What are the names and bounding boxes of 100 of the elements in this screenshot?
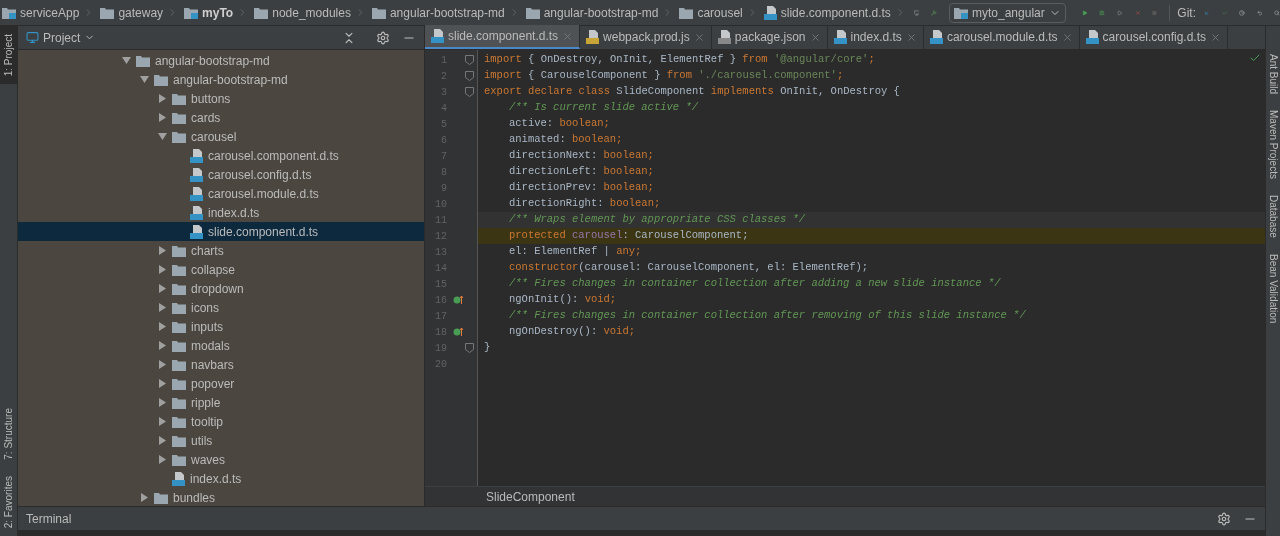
- terminal-title[interactable]: Terminal: [26, 509, 72, 528]
- close-icon[interactable]: [562, 30, 574, 42]
- expand-arrow-icon[interactable]: [158, 398, 167, 407]
- settings-icon[interactable]: [1217, 511, 1231, 526]
- breadcrumb-item[interactable]: carousel: [677, 3, 762, 22]
- folder-icon: [172, 111, 186, 124]
- code-breadcrumb[interactable]: SlideComponent: [486, 487, 575, 506]
- close-icon[interactable]: [905, 31, 917, 43]
- expand-arrow-icon[interactable]: [122, 56, 131, 65]
- tree-item-label: navbars: [191, 356, 234, 374]
- tool-window-button[interactable]: Ant Build: [1266, 46, 1280, 103]
- expand-arrow-icon[interactable]: [158, 360, 167, 369]
- tree-item[interactable]: cards: [18, 108, 424, 127]
- expand-arrow-icon[interactable]: [140, 75, 149, 84]
- ts-file-icon: [1085, 30, 1099, 44]
- fold-marker-icon[interactable]: [465, 87, 474, 97]
- editor-tab[interactable]: index.d.ts: [827, 25, 924, 49]
- tree-item[interactable]: collapse: [18, 260, 424, 279]
- expand-arrow-icon[interactable]: [158, 455, 167, 464]
- fold-marker-icon[interactable]: [465, 343, 474, 353]
- expand-arrow-icon[interactable]: [158, 132, 167, 141]
- expand-arrow-icon[interactable]: [158, 417, 167, 426]
- breadcrumb-item[interactable]: node_modules: [252, 3, 370, 22]
- tree-item[interactable]: angular-bootstrap-md: [18, 51, 424, 70]
- code-line: /** Is current slide active */: [509, 100, 699, 116]
- tree-item[interactable]: inputs: [18, 317, 424, 336]
- editor-tab[interactable]: carousel.module.d.ts: [923, 25, 1080, 49]
- tool-window-button[interactable]: Database: [1266, 186, 1280, 246]
- tree-item[interactable]: carousel: [18, 127, 424, 146]
- code-line: constructor(carousel: CarouselComponent, el: ElementRef);: [509, 260, 869, 276]
- tree-item[interactable]: carousel.component.d.ts: [18, 146, 424, 165]
- tree-item[interactable]: popover: [18, 374, 424, 393]
- tree-item[interactable]: index.d.ts: [18, 469, 424, 488]
- tree-item[interactable]: carousel.config.d.ts: [18, 165, 424, 184]
- breadcrumb-item[interactable]: serviceApp: [0, 3, 99, 22]
- tree-item[interactable]: carousel.module.d.ts: [18, 184, 424, 203]
- tool-window-button[interactable]: 7: Structure: [0, 400, 17, 468]
- breadcrumb-item[interactable]: slide.component.d.ts: [761, 3, 910, 22]
- expand-arrow-icon[interactable]: [158, 113, 167, 122]
- close-icon[interactable]: [693, 31, 705, 43]
- ts-file-icon: [190, 205, 203, 220]
- tree-item[interactable]: buttons: [18, 89, 424, 108]
- close-icon[interactable]: [809, 31, 821, 43]
- editor-tab[interactable]: slide.component.d.ts: [425, 25, 581, 49]
- tool-window-button[interactable]: 1: Project: [0, 26, 17, 85]
- editor-tab[interactable]: webpack.prod.js: [580, 25, 712, 49]
- breadcrumb-item[interactable]: gateway: [98, 3, 183, 22]
- fold-marker-icon[interactable]: [465, 55, 474, 65]
- expand-arrow-icon[interactable]: [158, 94, 167, 103]
- folder-icon: [172, 301, 186, 314]
- expand-arrow-icon[interactable]: [140, 493, 149, 502]
- implements-marker-icon[interactable]: [453, 295, 463, 305]
- tree-item[interactable]: index.d.ts: [18, 203, 424, 222]
- tool-window-button[interactable]: Maven Projects: [1266, 102, 1280, 187]
- tree-item[interactable]: angular-bootstrap-md: [18, 70, 424, 89]
- tree-item[interactable]: utils: [18, 431, 424, 450]
- tree-item[interactable]: slide.component.d.ts: [18, 222, 424, 241]
- expand-arrow-icon[interactable]: [158, 341, 167, 350]
- fold-marker-icon[interactable]: [465, 71, 474, 81]
- collapse-all-icon[interactable]: [342, 30, 356, 45]
- panel-title[interactable]: Project: [43, 28, 81, 47]
- code-line: active: boolean;: [509, 116, 610, 132]
- settings-icon[interactable]: [376, 30, 390, 45]
- expand-arrow-icon[interactable]: [158, 284, 167, 293]
- folder-icon: [172, 396, 186, 409]
- run-config-dropdown[interactable]: myto_angular: [949, 2, 1066, 23]
- tree-item[interactable]: ripple: [18, 393, 424, 412]
- module-folder-icon: [184, 6, 199, 19]
- tree-item-label: ripple: [191, 394, 221, 412]
- close-icon[interactable]: [1061, 31, 1073, 43]
- expand-arrow-icon[interactable]: [158, 303, 167, 312]
- breadcrumb-item[interactable]: angular-bootstrap-md: [369, 3, 524, 22]
- tree-item-label: carousel.module.d.ts: [208, 185, 319, 203]
- tool-window-button[interactable]: Bean Validation: [1266, 245, 1280, 332]
- tree-item[interactable]: charts: [18, 241, 424, 260]
- implements-marker-icon[interactable]: [453, 327, 463, 337]
- editor-tab[interactable]: carousel.config.d.ts: [1079, 25, 1228, 49]
- code-line: directionRight: boolean;: [509, 196, 661, 212]
- expand-arrow-icon[interactable]: [158, 246, 167, 255]
- tree-item-label: carousel.config.d.ts: [208, 166, 312, 184]
- tree-item[interactable]: bundles: [18, 488, 424, 506]
- tree-item[interactable]: modals: [18, 336, 424, 355]
- tree-item[interactable]: tooltip: [18, 412, 424, 431]
- tree-item[interactable]: dropdown: [18, 279, 424, 298]
- ts-file-icon: [190, 167, 203, 182]
- tree-item[interactable]: icons: [18, 298, 424, 317]
- expand-arrow-icon[interactable]: [158, 322, 167, 331]
- code-line: protected carousel: CarouselComponent;: [509, 228, 749, 244]
- editor-tab[interactable]: package.json: [711, 25, 828, 49]
- folder-icon: [172, 92, 186, 105]
- expand-arrow-icon[interactable]: [158, 265, 167, 274]
- tree-item[interactable]: navbars: [18, 355, 424, 374]
- breadcrumb-item[interactable]: myTo: [182, 3, 253, 22]
- close-icon[interactable]: [1210, 31, 1221, 43]
- tool-window-button[interactable]: 2: Favorites: [0, 467, 17, 536]
- expand-arrow-icon[interactable]: [158, 436, 167, 445]
- tree-item-label: utils: [191, 432, 213, 450]
- expand-arrow-icon[interactable]: [158, 379, 167, 388]
- tree-item[interactable]: waves: [18, 450, 424, 469]
- breadcrumb-item[interactable]: angular-bootstrap-md: [523, 3, 678, 22]
